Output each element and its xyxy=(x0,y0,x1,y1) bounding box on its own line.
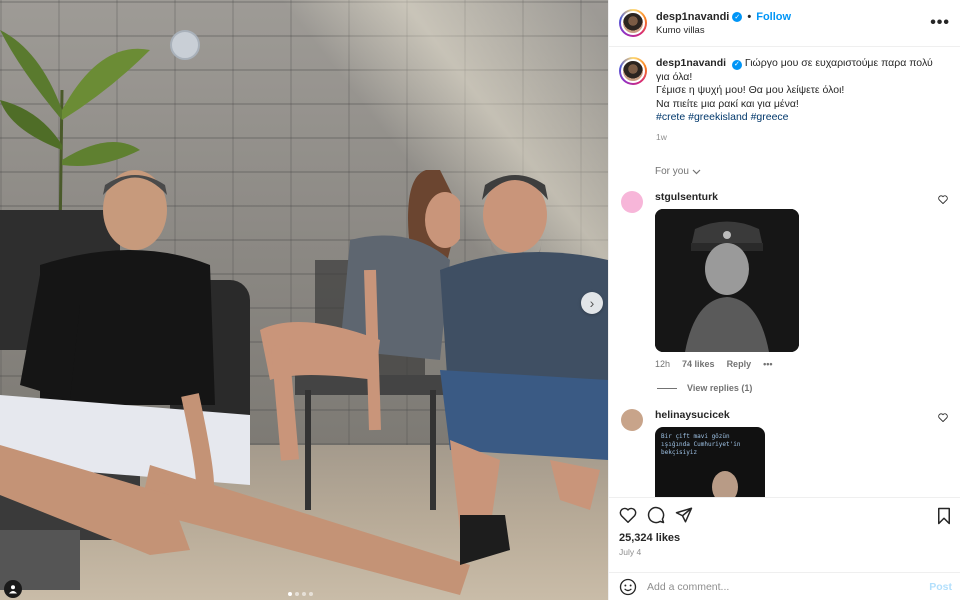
follow-button[interactable]: Follow xyxy=(756,11,791,23)
chevron-right-icon: › xyxy=(589,295,595,311)
view-replies-button[interactable]: View replies (1) xyxy=(657,383,950,393)
author-username[interactable]: desp1navandi xyxy=(656,11,729,23)
comment-image[interactable]: Bir çift mavi gözün ışığında Cumhuriyet'… xyxy=(655,427,765,497)
post-actions: 25,324 likes July 4 xyxy=(609,497,960,572)
tagged-users-button[interactable] xyxy=(4,580,22,598)
commenter-avatar[interactable] xyxy=(621,409,643,431)
heart-icon[interactable] xyxy=(938,413,948,422)
carousel-dot xyxy=(302,592,306,596)
commenter-avatar[interactable] xyxy=(621,191,643,213)
carousel-dot xyxy=(288,592,292,596)
post-sidebar: desp1navandi ✓ • Follow Kumo villas ••• … xyxy=(608,0,960,600)
portrait-image xyxy=(712,471,738,497)
post-comment-button[interactable]: Post xyxy=(929,581,952,593)
next-photo-button[interactable]: › xyxy=(581,292,603,314)
post-modal: › desp1navandi ✓ • Follow Kumo villas ••… xyxy=(0,0,960,600)
bookmark-icon[interactable] xyxy=(936,507,952,525)
hashtag-link[interactable]: #crete xyxy=(656,111,685,123)
sort-label: For you xyxy=(655,166,689,177)
emoji-icon[interactable] xyxy=(619,578,637,596)
commenter-username[interactable]: helinaysucicek xyxy=(655,409,765,421)
author-avatar[interactable] xyxy=(619,9,647,37)
comments-list[interactable]: desp1navandi ✓ Γιώργο μου σε ευχαριστούμ… xyxy=(609,47,960,497)
carousel-indicator xyxy=(288,592,313,596)
heart-icon[interactable] xyxy=(938,195,948,204)
likes-count[interactable]: 25,324 likes xyxy=(619,532,950,544)
replies-divider xyxy=(657,387,677,389)
more-options-icon[interactable]: ••• xyxy=(930,14,950,32)
carousel-dot xyxy=(295,592,299,596)
caption-username[interactable]: desp1navandi xyxy=(656,57,726,69)
comment-icon[interactable] xyxy=(647,506,665,524)
post-caption: desp1navandi ✓ Γιώργο μου σε ευχαριστούμ… xyxy=(619,57,950,144)
comment-composer: Add a comment... Post xyxy=(609,572,960,600)
comment-likes[interactable]: 74 likes xyxy=(682,359,715,369)
like-heart-icon[interactable] xyxy=(619,507,637,523)
comment-item: stgulsenturk 12h 74 likes Reply ••• xyxy=(619,191,950,369)
view-replies-label: View replies (1) xyxy=(687,383,753,393)
caption-timestamp[interactable]: 1w xyxy=(656,131,946,145)
caption-line: Να πιείτε μια ρακί και για μένα! xyxy=(656,97,799,110)
comment-image[interactable] xyxy=(655,209,799,352)
portrait-image xyxy=(655,209,799,352)
share-icon[interactable] xyxy=(675,506,693,524)
comment-item: helinaysucicek Bir çift mavi gözün ışığı… xyxy=(619,409,950,497)
post-date: July 4 xyxy=(619,547,642,557)
caption-line: Γέμισε η ψυχή μου! Θα μου λείψετε όλοι! xyxy=(656,84,845,96)
verified-badge-icon: ✓ xyxy=(731,59,742,70)
image-caption-text: Bir çift mavi gözün ışığında Cumhuriyet'… xyxy=(661,433,741,456)
comment-input[interactable]: Add a comment... xyxy=(647,581,729,593)
person-icon xyxy=(9,585,17,594)
post-header: desp1navandi ✓ • Follow Kumo villas ••• xyxy=(609,0,960,47)
reply-button[interactable]: Reply xyxy=(727,359,752,369)
post-photo[interactable]: › xyxy=(0,0,608,600)
verified-badge-icon: ✓ xyxy=(732,11,743,22)
comment-time[interactable]: 12h xyxy=(655,359,670,369)
hashtag-link[interactable]: #greekisland xyxy=(688,111,748,123)
hashtag-link[interactable]: #greece xyxy=(751,111,789,123)
wall-lamp xyxy=(170,30,200,60)
carousel-dot xyxy=(309,592,313,596)
author-avatar[interactable] xyxy=(619,57,647,85)
separator-dot: • xyxy=(747,10,752,23)
chevron-down-icon xyxy=(692,169,701,174)
man-in-navy-tshirt xyxy=(440,175,608,565)
commenter-username[interactable]: stgulsenturk xyxy=(655,191,799,203)
post-location[interactable]: Kumo villas xyxy=(656,25,791,36)
comment-sort-dropdown[interactable]: For you xyxy=(655,166,950,177)
comment-more-button[interactable]: ••• xyxy=(763,359,772,369)
